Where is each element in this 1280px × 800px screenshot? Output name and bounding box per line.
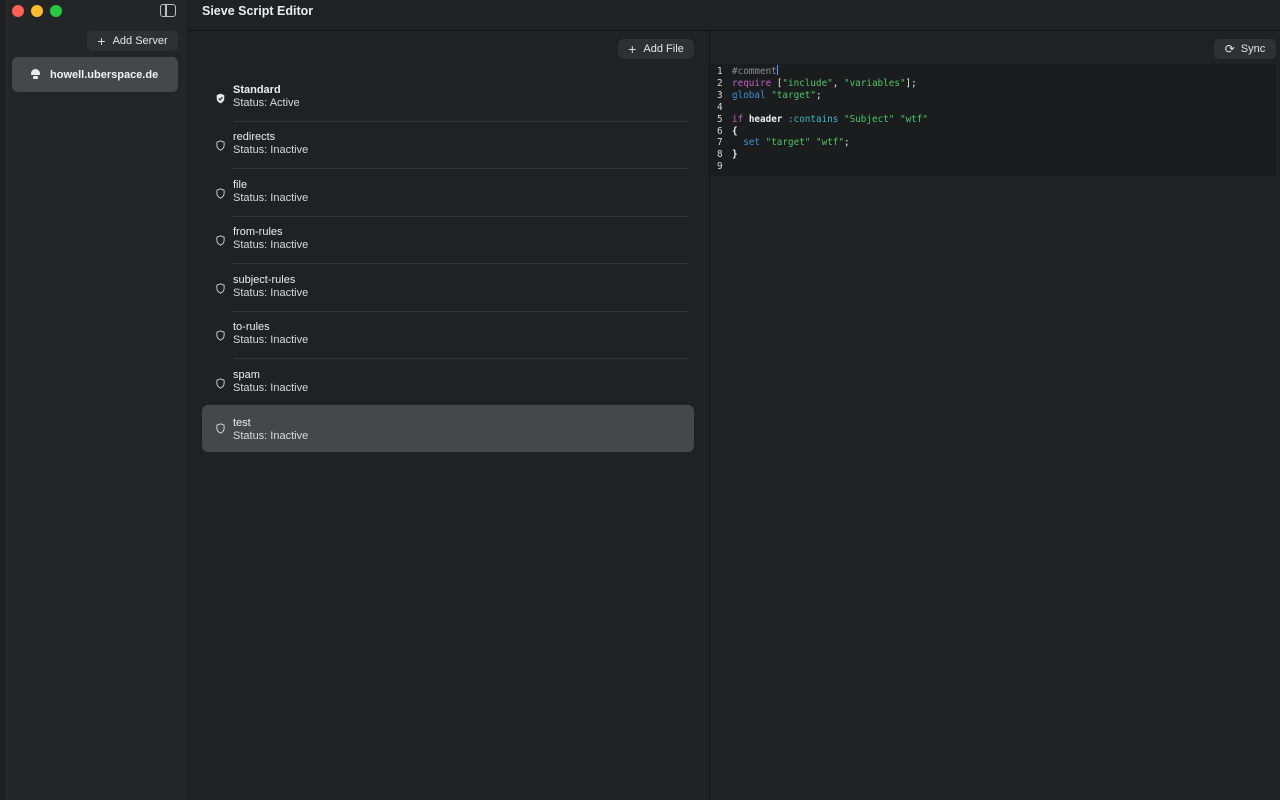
file-name: redirects — [233, 131, 276, 143]
shield-check-icon — [216, 93, 225, 104]
sidebar: + Add Server howell.uberspace.de — [0, 0, 186, 800]
file-item-subject-rules[interactable]: subject-rules Status: Inactive — [202, 265, 694, 312]
add-server-button[interactable]: + Add Server — [87, 31, 178, 51]
file-status: Status: Inactive — [233, 287, 309, 299]
code-text[interactable]: 1 #comment 2 require ["include", "variable… — [717, 65, 928, 173]
code-token: } — [732, 149, 738, 161]
file-item-to-rules[interactable]: to-rules Status: Inactive — [202, 312, 694, 359]
file-name: to-rules — [233, 321, 270, 333]
text-cursor — [776, 65, 778, 75]
file-list-panel: + Add File Standard Status: Active redir… — [187, 31, 710, 800]
close-window-button[interactable] — [12, 5, 24, 17]
code-token: "wtf" — [816, 137, 844, 149]
shield-icon — [216, 283, 225, 294]
divider — [233, 168, 688, 169]
shield-icon — [216, 140, 225, 151]
add-server-label: Add Server — [112, 35, 168, 47]
code-token: , — [832, 77, 844, 89]
line-number: 4 — [717, 101, 723, 113]
plus-icon: + — [628, 41, 637, 57]
line-number: 2 — [717, 77, 723, 89]
sync-button[interactable]: ⟳ Sync — [1214, 39, 1276, 59]
line-number: 6 — [717, 125, 723, 137]
server-icon — [30, 69, 41, 80]
code-token: :contains — [788, 113, 839, 125]
app-window: + Add Server howell.uberspace.de Sieve S… — [0, 0, 1280, 800]
file-item-redirects[interactable]: redirects Status: Inactive — [202, 122, 694, 169]
minimize-window-button[interactable] — [31, 5, 43, 17]
code-token: ; — [844, 137, 850, 149]
file-item-standard[interactable]: Standard Status: Active — [202, 75, 694, 122]
code-token: "Subject" — [844, 113, 895, 125]
file-status: Status: Inactive — [233, 430, 309, 442]
file-status: Status: Inactive — [233, 334, 309, 346]
file-item-test[interactable]: test Status: Inactive — [202, 405, 694, 452]
shield-icon — [216, 235, 225, 246]
divider — [233, 358, 688, 359]
file-name: Standard — [233, 84, 281, 96]
sidebar-toggle-icon[interactable] — [160, 4, 176, 17]
sync-label: Sync — [1240, 43, 1266, 55]
shield-icon — [216, 423, 225, 434]
line-number: 9 — [717, 161, 723, 173]
code-token: "wtf" — [899, 113, 928, 125]
file-item-file[interactable]: file Status: Inactive — [202, 170, 694, 217]
file-name: file — [233, 179, 248, 191]
file-status: Status: Inactive — [233, 144, 309, 156]
code-token: if — [732, 113, 744, 125]
code-token: require — [732, 77, 772, 89]
window-title: Sieve Script Editor — [202, 4, 314, 18]
code-token: ; — [815, 89, 822, 101]
line-number: 3 — [717, 89, 723, 101]
add-file-label: Add File — [643, 43, 684, 55]
file-status: Status: Inactive — [233, 192, 309, 204]
code-token: [ — [771, 77, 783, 89]
code-token: global — [732, 89, 766, 101]
code-token: "include" — [782, 77, 833, 89]
file-status: Status: Active — [233, 97, 300, 109]
file-name: test — [233, 417, 251, 429]
shield-icon — [216, 188, 225, 199]
shield-icon — [216, 378, 225, 389]
file-name: spam — [233, 369, 260, 381]
code-token: "variables" — [843, 77, 906, 89]
divider — [233, 263, 688, 264]
code-token: ]; — [905, 77, 917, 89]
file-status: Status: Inactive — [233, 239, 309, 251]
server-item[interactable]: howell.uberspace.de — [12, 57, 178, 92]
file-name: from-rules — [233, 226, 283, 238]
line-number: 8 — [717, 149, 723, 161]
code-token: { — [732, 125, 738, 137]
zoom-window-button[interactable] — [50, 5, 62, 17]
line-number: 1 — [717, 66, 723, 77]
code-line: #comment — [732, 66, 777, 77]
refresh-icon: ⟳ — [1224, 42, 1235, 56]
plus-icon: + — [97, 33, 106, 49]
code-token: "target" — [771, 89, 816, 101]
file-item-from-rules[interactable]: from-rules Status: Inactive — [202, 217, 694, 264]
script-editor-panel: ⟳ Sync 1 #comment 2 require ["include", "v… — [711, 31, 1280, 800]
file-name: subject-rules — [233, 274, 296, 286]
title-bar: Sieve Script Editor — [187, 0, 1280, 31]
file-status: Status: Inactive — [233, 382, 309, 394]
code-token: "target" — [765, 137, 811, 149]
file-item-spam[interactable]: spam Status: Inactive — [202, 360, 694, 407]
line-number: 7 — [717, 137, 723, 149]
code-token: set — [743, 137, 760, 149]
sidebar-panel — [6, 0, 186, 800]
add-file-button[interactable]: + Add File — [618, 39, 694, 59]
shield-icon — [216, 330, 225, 341]
server-name: howell.uberspace.de — [50, 68, 159, 81]
code-editor[interactable]: 1 #comment 2 require ["include", "variable… — [711, 64, 1276, 176]
code-token: header — [748, 113, 783, 125]
line-number: 5 — [717, 113, 723, 125]
